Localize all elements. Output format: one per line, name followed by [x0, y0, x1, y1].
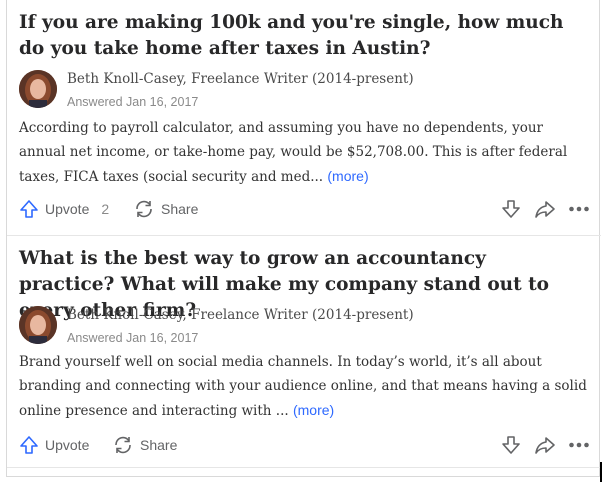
avatar[interactable] [19, 70, 57, 108]
forward-share-icon[interactable] [534, 199, 556, 219]
avatar-image [19, 70, 57, 108]
upvote-button[interactable]: Upvote [19, 435, 89, 455]
author-credential[interactable]: Beth Knoll-Casey, Freelance Writer (2014… [67, 307, 414, 323]
upvote-arrow-icon [20, 436, 38, 454]
upvote-label: Upvote [45, 201, 90, 217]
share-refresh-icon [136, 200, 152, 218]
author-credential[interactable]: Beth Knoll-Casey, Freelance Writer (2014… [67, 71, 414, 87]
downvote-arrow-icon[interactable] [501, 199, 521, 219]
answer-excerpt[interactable]: According to payroll calculator, and ass… [19, 116, 587, 189]
answer-excerpt-text: According to payroll calculator, and ass… [19, 120, 568, 185]
more-link[interactable]: (more) [327, 168, 368, 184]
text-cursor [600, 462, 602, 482]
upvote-arrow-icon [20, 200, 38, 218]
forward-share-icon[interactable] [534, 435, 556, 455]
share-button[interactable]: Share [112, 435, 177, 455]
answer-card: What is the best way to grow an accounta… [7, 236, 601, 468]
answer-date[interactable]: Answered Jan 16, 2017 [67, 331, 198, 345]
answer-excerpt[interactable]: Brand yourself well on social media chan… [19, 350, 587, 423]
question-title[interactable]: If you are making 100k and you're single… [19, 10, 579, 62]
share-refresh-icon [115, 436, 131, 454]
answer-card: If you are making 100k and you're single… [7, 0, 601, 236]
answers-feed: If you are making 100k and you're single… [6, 0, 601, 477]
more-options-icon[interactable] [568, 440, 590, 450]
share-label: Share [161, 201, 199, 217]
upvote-button[interactable]: Upvote 2 [19, 199, 109, 219]
share-label: Share [140, 437, 178, 453]
avatar[interactable] [19, 306, 57, 344]
share-button[interactable]: Share [133, 199, 198, 219]
upvote-count: 2 [101, 201, 110, 217]
avatar-image [19, 306, 57, 344]
downvote-arrow-icon[interactable] [501, 435, 521, 455]
upvote-label: Upvote [45, 437, 90, 453]
answer-date[interactable]: Answered Jan 16, 2017 [67, 95, 198, 109]
more-options-icon[interactable] [568, 204, 590, 214]
more-link[interactable]: (more) [293, 402, 334, 418]
